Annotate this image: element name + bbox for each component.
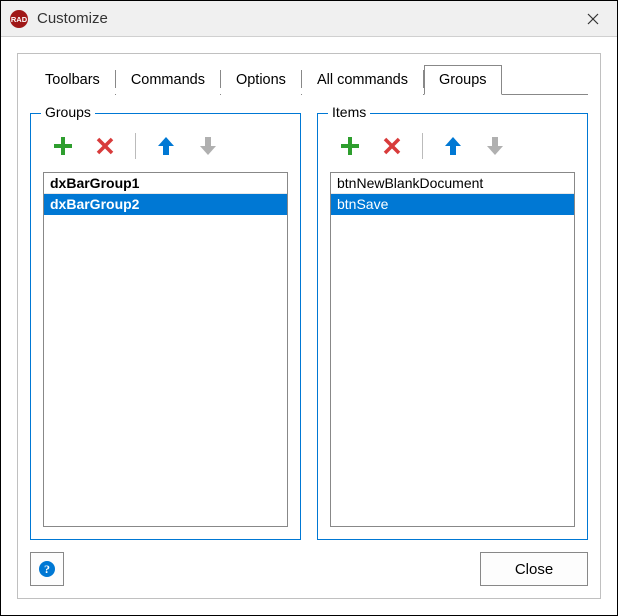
groups-listbox[interactable]: dxBarGroup1 dxBarGroup2	[43, 172, 288, 527]
plus-icon	[339, 135, 361, 157]
svg-text:?: ?	[44, 562, 50, 576]
groups-legend: Groups	[41, 104, 95, 120]
dialog-footer: ? Close	[30, 540, 588, 586]
tab-all-commands[interactable]: All commands	[302, 65, 423, 95]
arrow-down-icon	[197, 135, 219, 157]
groups-move-up-button[interactable]	[152, 132, 180, 160]
titlebar: RAD Customize	[1, 1, 617, 37]
list-item[interactable]: dxBarGroup2	[44, 194, 287, 215]
list-item[interactable]: btnNewBlankDocument	[331, 173, 574, 194]
arrow-down-icon	[484, 135, 506, 157]
panels-row: Groups	[30, 113, 588, 540]
groups-fieldset: Groups	[30, 113, 301, 540]
items-toolbar	[330, 128, 575, 172]
list-item[interactable]: btnSave	[331, 194, 574, 215]
list-item[interactable]: dxBarGroup1	[44, 173, 287, 194]
customize-dialog: RAD Customize Toolbars Commands Options …	[0, 0, 618, 616]
window-close-button[interactable]	[569, 1, 617, 37]
items-move-down-button[interactable]	[481, 132, 509, 160]
toolbar-separator	[135, 133, 136, 159]
content-area: Toolbars Commands Options All commands G…	[1, 37, 617, 615]
items-delete-button[interactable]	[378, 132, 406, 160]
tab-options[interactable]: Options	[221, 65, 301, 95]
items-add-button[interactable]	[336, 132, 364, 160]
items-fieldset: Items	[317, 113, 588, 540]
tabstrip: Toolbars Commands Options All commands G…	[30, 64, 588, 95]
x-icon	[95, 136, 115, 156]
groups-move-down-button[interactable]	[194, 132, 222, 160]
svg-text:RAD: RAD	[11, 15, 28, 24]
items-listbox[interactable]: btnNewBlankDocument btnSave	[330, 172, 575, 527]
app-icon: RAD	[9, 9, 29, 29]
items-move-up-button[interactable]	[439, 132, 467, 160]
arrow-up-icon	[155, 135, 177, 157]
inner-panel: Toolbars Commands Options All commands G…	[17, 53, 601, 599]
tab-commands[interactable]: Commands	[116, 65, 220, 95]
items-legend: Items	[328, 104, 370, 120]
help-icon: ?	[38, 560, 56, 578]
arrow-up-icon	[442, 135, 464, 157]
tab-toolbars[interactable]: Toolbars	[30, 65, 115, 95]
window-title: Customize	[37, 10, 569, 27]
x-icon	[382, 136, 402, 156]
groups-delete-button[interactable]	[91, 132, 119, 160]
close-button[interactable]: Close	[480, 552, 588, 586]
groups-add-button[interactable]	[49, 132, 77, 160]
help-button[interactable]: ?	[30, 552, 64, 586]
tab-groups[interactable]: Groups	[424, 65, 502, 95]
close-icon	[587, 13, 599, 25]
plus-icon	[52, 135, 74, 157]
groups-toolbar	[43, 128, 288, 172]
toolbar-separator	[422, 133, 423, 159]
